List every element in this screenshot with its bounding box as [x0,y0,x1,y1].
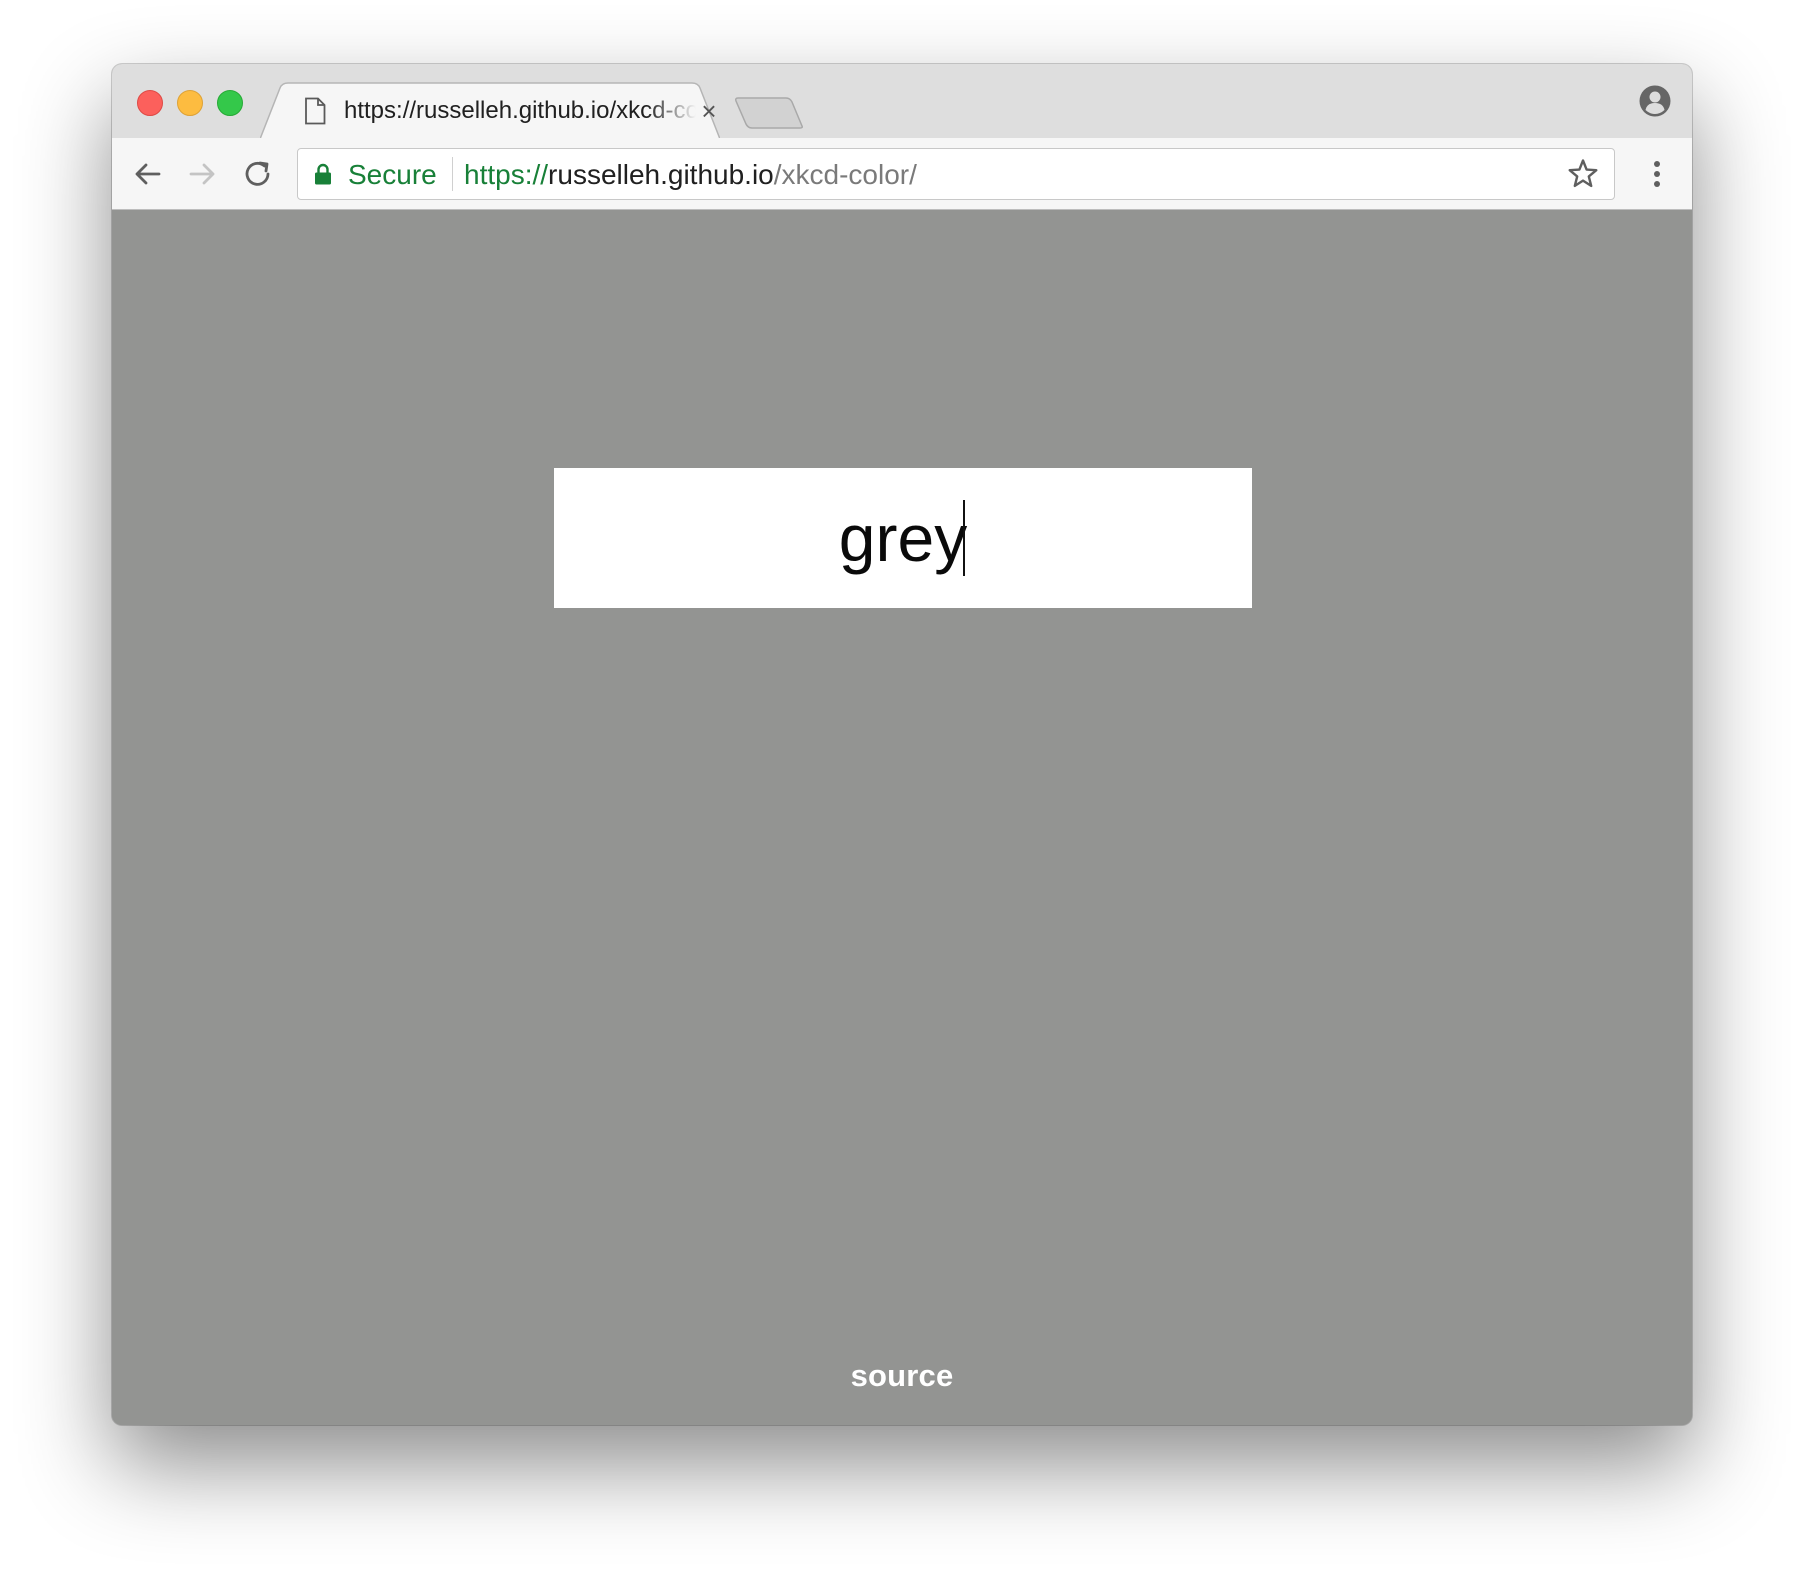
minimize-window-button[interactable] [177,90,203,116]
star-icon[interactable] [1566,157,1600,191]
profile-icon[interactable] [1638,84,1672,118]
url-host: russelleh.github.io [548,159,774,190]
url-scheme: https:// [464,159,549,190]
kebab-menu-icon[interactable] [1637,154,1677,194]
address-bar-divider [452,157,453,191]
page-content: source [112,210,1692,1425]
tab-title: https://russelleh.github.io/xkcd-color/ [344,97,696,124]
tab-close-icon[interactable]: × [694,96,724,126]
browser-window: https://russelleh.github.io/xkcd-color/ … [112,64,1692,1425]
reload-icon[interactable] [238,154,278,194]
url-path: /xkcd-color/ [773,159,917,190]
source-link[interactable]: source [112,1356,1692,1396]
close-window-button[interactable] [137,90,163,116]
tab-strip: https://russelleh.github.io/xkcd-color/ … [112,64,1692,139]
address-bar[interactable]: Secure https://russelleh.github.io/xkcd-… [297,148,1615,200]
text-caret [963,500,965,576]
new-tab-button[interactable] [734,96,806,130]
browser-tab-active[interactable]: https://russelleh.github.io/xkcd-color/ … [260,82,720,139]
color-name-input[interactable] [554,468,1252,608]
zoom-window-button[interactable] [217,90,243,116]
back-arrow-icon[interactable] [128,154,168,194]
security-label: Secure [348,159,437,190]
forward-arrow-icon[interactable] [182,154,222,194]
browser-toolbar: Secure https://russelleh.github.io/xkcd-… [112,138,1692,210]
lock-icon [315,163,331,185]
page-icon [305,97,326,125]
url-text[interactable]: https://russelleh.github.io/xkcd-color/ [464,158,917,192]
